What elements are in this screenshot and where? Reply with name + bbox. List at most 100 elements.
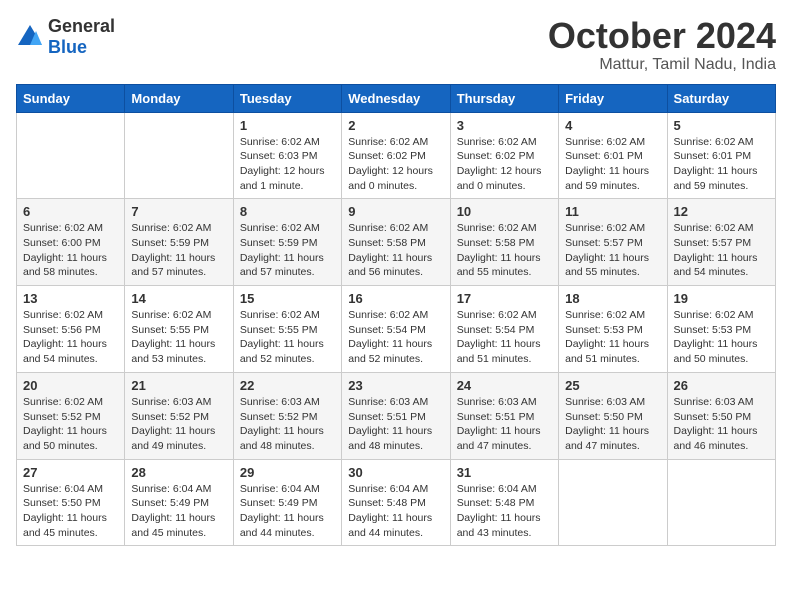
day-number: 23 xyxy=(348,378,443,393)
day-info: Sunrise: 6:02 AM Sunset: 6:01 PM Dayligh… xyxy=(565,135,660,194)
logo: General Blue xyxy=(16,16,115,58)
calendar-day-header: Monday xyxy=(125,84,233,112)
day-info: Sunrise: 6:02 AM Sunset: 5:59 PM Dayligh… xyxy=(131,221,226,280)
calendar-week-row: 1 Sunrise: 6:02 AM Sunset: 6:03 PM Daylig… xyxy=(17,112,776,199)
day-info: Sunrise: 6:02 AM Sunset: 6:01 PM Dayligh… xyxy=(674,135,769,194)
calendar-cell: 22Sunrise: 6:03 AM Sunset: 5:52 PM Dayli… xyxy=(233,372,341,459)
calendar-cell: 3 Sunrise: 6:02 AM Sunset: 6:02 PM Daylig… xyxy=(450,112,558,199)
day-number: 27 xyxy=(23,465,118,480)
calendar-day-header: Friday xyxy=(559,84,667,112)
day-number: 4 xyxy=(565,118,660,133)
day-number: 14 xyxy=(131,291,226,306)
day-info: Sunrise: 6:02 AM Sunset: 5:57 PM Dayligh… xyxy=(565,221,660,280)
calendar-body: 1 Sunrise: 6:02 AM Sunset: 6:03 PM Daylig… xyxy=(17,112,776,546)
day-number: 30 xyxy=(348,465,443,480)
calendar-cell: 27 Sunrise: 6:04 AM Sunset: 5:50 PM Dayli… xyxy=(17,459,125,546)
day-number: 28 xyxy=(131,465,226,480)
day-number: 22 xyxy=(240,378,335,393)
calendar-cell: 23Sunrise: 6:03 AM Sunset: 5:51 PM Dayli… xyxy=(342,372,450,459)
day-number: 13 xyxy=(23,291,118,306)
day-info: Sunrise: 6:02 AM Sunset: 6:02 PM Dayligh… xyxy=(457,135,552,194)
day-number: 9 xyxy=(348,204,443,219)
calendar-cell: 7 Sunrise: 6:02 AM Sunset: 5:59 PM Daylig… xyxy=(125,199,233,286)
day-number: 24 xyxy=(457,378,552,393)
calendar-day-header: Sunday xyxy=(17,84,125,112)
day-info: Sunrise: 6:02 AM Sunset: 5:55 PM Dayligh… xyxy=(240,308,335,367)
day-number: 1 xyxy=(240,118,335,133)
logo-text-blue: Blue xyxy=(48,37,87,57)
day-number: 20 xyxy=(23,378,118,393)
calendar-cell: 12Sunrise: 6:02 AM Sunset: 5:57 PM Dayli… xyxy=(667,199,775,286)
subtitle: Mattur, Tamil Nadu, India xyxy=(548,56,776,74)
calendar-cell: 26Sunrise: 6:03 AM Sunset: 5:50 PM Dayli… xyxy=(667,372,775,459)
calendar-cell xyxy=(559,459,667,546)
calendar-cell: 24Sunrise: 6:03 AM Sunset: 5:51 PM Dayli… xyxy=(450,372,558,459)
day-info: Sunrise: 6:04 AM Sunset: 5:48 PM Dayligh… xyxy=(457,482,552,541)
calendar-cell: 10 Sunrise: 6:02 AM Sunset: 5:58 PM Dayli… xyxy=(450,199,558,286)
calendar-week-row: 6 Sunrise: 6:02 AM Sunset: 6:00 PM Daylig… xyxy=(17,199,776,286)
calendar-table: SundayMondayTuesdayWednesdayThursdayFrid… xyxy=(16,84,776,547)
day-info: Sunrise: 6:02 AM Sunset: 5:55 PM Dayligh… xyxy=(131,308,226,367)
day-number: 8 xyxy=(240,204,335,219)
title-area: October 2024 Mattur, Tamil Nadu, India xyxy=(548,16,776,74)
day-number: 2 xyxy=(348,118,443,133)
calendar-cell: 11 Sunrise: 6:02 AM Sunset: 5:57 PM Dayli… xyxy=(559,199,667,286)
day-number: 11 xyxy=(565,204,660,219)
day-number: 15 xyxy=(240,291,335,306)
day-info: Sunrise: 6:02 AM Sunset: 6:00 PM Dayligh… xyxy=(23,221,118,280)
day-info: Sunrise: 6:02 AM Sunset: 5:54 PM Dayligh… xyxy=(457,308,552,367)
calendar-cell xyxy=(125,112,233,199)
calendar-cell: 4 Sunrise: 6:02 AM Sunset: 6:01 PM Daylig… xyxy=(559,112,667,199)
calendar-cell: 9Sunrise: 6:02 AM Sunset: 5:58 PM Daylig… xyxy=(342,199,450,286)
day-number: 10 xyxy=(457,204,552,219)
calendar-cell: 14 Sunrise: 6:02 AM Sunset: 5:55 PM Dayli… xyxy=(125,286,233,373)
logo-text-general: General xyxy=(48,16,115,36)
day-info: Sunrise: 6:02 AM Sunset: 5:59 PM Dayligh… xyxy=(240,221,335,280)
day-info: Sunrise: 6:03 AM Sunset: 5:52 PM Dayligh… xyxy=(131,395,226,454)
day-number: 18 xyxy=(565,291,660,306)
day-info: Sunrise: 6:02 AM Sunset: 5:56 PM Dayligh… xyxy=(23,308,118,367)
calendar-day-header: Tuesday xyxy=(233,84,341,112)
day-number: 25 xyxy=(565,378,660,393)
day-number: 26 xyxy=(674,378,769,393)
calendar-cell: 29Sunrise: 6:04 AM Sunset: 5:49 PM Dayli… xyxy=(233,459,341,546)
calendar-cell: 15 Sunrise: 6:02 AM Sunset: 5:55 PM Dayli… xyxy=(233,286,341,373)
day-number: 21 xyxy=(131,378,226,393)
day-info: Sunrise: 6:02 AM Sunset: 5:54 PM Dayligh… xyxy=(348,308,443,367)
day-number: 3 xyxy=(457,118,552,133)
calendar-week-row: 13 Sunrise: 6:02 AM Sunset: 5:56 PM Dayli… xyxy=(17,286,776,373)
day-info: Sunrise: 6:02 AM Sunset: 6:03 PM Dayligh… xyxy=(240,135,335,194)
calendar-day-header: Wednesday xyxy=(342,84,450,112)
day-number: 12 xyxy=(674,204,769,219)
calendar-cell: 31 Sunrise: 6:04 AM Sunset: 5:48 PM Dayli… xyxy=(450,459,558,546)
calendar-cell: 20Sunrise: 6:02 AM Sunset: 5:52 PM Dayli… xyxy=(17,372,125,459)
calendar-cell: 25 Sunrise: 6:03 AM Sunset: 5:50 PM Dayli… xyxy=(559,372,667,459)
day-info: Sunrise: 6:02 AM Sunset: 6:02 PM Dayligh… xyxy=(348,135,443,194)
calendar-cell: 6 Sunrise: 6:02 AM Sunset: 6:00 PM Daylig… xyxy=(17,199,125,286)
day-number: 7 xyxy=(131,204,226,219)
calendar-cell: 30 Sunrise: 6:04 AM Sunset: 5:48 PM Dayli… xyxy=(342,459,450,546)
calendar-cell xyxy=(667,459,775,546)
calendar-cell: 16 Sunrise: 6:02 AM Sunset: 5:54 PM Dayli… xyxy=(342,286,450,373)
day-info: Sunrise: 6:04 AM Sunset: 5:50 PM Dayligh… xyxy=(23,482,118,541)
calendar-cell: 19 Sunrise: 6:02 AM Sunset: 5:53 PM Dayli… xyxy=(667,286,775,373)
day-number: 19 xyxy=(674,291,769,306)
calendar-week-row: 20Sunrise: 6:02 AM Sunset: 5:52 PM Dayli… xyxy=(17,372,776,459)
day-info: Sunrise: 6:03 AM Sunset: 5:50 PM Dayligh… xyxy=(565,395,660,454)
day-number: 16 xyxy=(348,291,443,306)
day-info: Sunrise: 6:04 AM Sunset: 5:48 PM Dayligh… xyxy=(348,482,443,541)
day-info: Sunrise: 6:02 AM Sunset: 5:58 PM Dayligh… xyxy=(457,221,552,280)
day-number: 6 xyxy=(23,204,118,219)
calendar-cell: 17Sunrise: 6:02 AM Sunset: 5:54 PM Dayli… xyxy=(450,286,558,373)
day-info: Sunrise: 6:02 AM Sunset: 5:53 PM Dayligh… xyxy=(674,308,769,367)
day-number: 29 xyxy=(240,465,335,480)
main-title: October 2024 xyxy=(548,16,776,56)
calendar-cell: 8 Sunrise: 6:02 AM Sunset: 5:59 PM Daylig… xyxy=(233,199,341,286)
calendar-cell: 1 Sunrise: 6:02 AM Sunset: 6:03 PM Daylig… xyxy=(233,112,341,199)
calendar-cell xyxy=(17,112,125,199)
day-number: 31 xyxy=(457,465,552,480)
day-info: Sunrise: 6:02 AM Sunset: 5:53 PM Dayligh… xyxy=(565,308,660,367)
calendar-day-header: Saturday xyxy=(667,84,775,112)
header: General Blue October 2024 Mattur, Tamil … xyxy=(16,16,776,74)
day-number: 5 xyxy=(674,118,769,133)
